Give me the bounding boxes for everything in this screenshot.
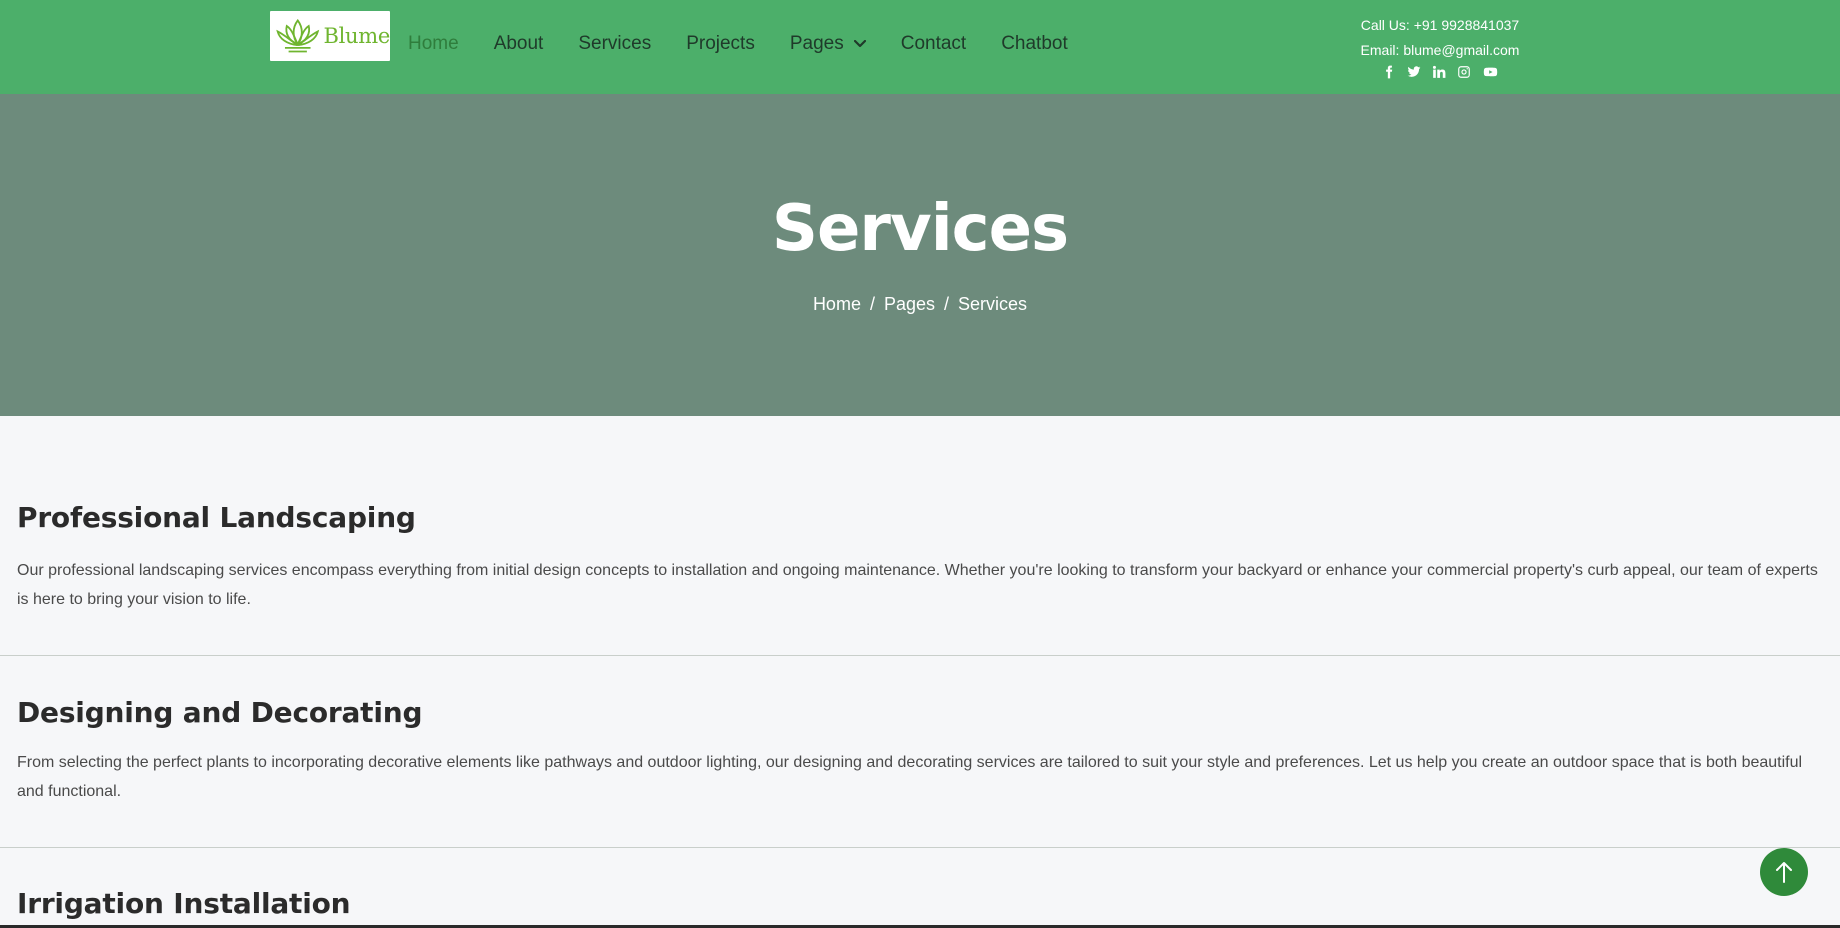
breadcrumb-home[interactable]: Home xyxy=(813,294,861,314)
breadcrumb-current: Services xyxy=(958,294,1028,314)
service-title: Irrigation Installation xyxy=(17,887,351,920)
social-links xyxy=(1340,65,1540,79)
nav-item-home[interactable]: Home xyxy=(408,33,459,55)
nav-item-projects[interactable]: Projects xyxy=(686,33,755,55)
breadcrumb-separator: / xyxy=(869,294,875,314)
contact-phone: Call Us: +91 9928841037 xyxy=(1360,17,1520,33)
linkedin-icon[interactable] xyxy=(1432,65,1446,79)
nav-item-services[interactable]: Services xyxy=(578,33,651,55)
breadcrumb-separator: / xyxy=(944,294,950,314)
twitter-icon[interactable] xyxy=(1407,65,1421,79)
nav-item-chatbot[interactable]: Chatbot xyxy=(1001,33,1068,55)
service-description: Our professional landscaping services en… xyxy=(17,562,1818,608)
service-section: Designing and Decorating From selecting … xyxy=(0,656,1840,848)
chevron-down-icon xyxy=(853,40,866,48)
service-section: Irrigation Installation xyxy=(0,848,1840,928)
back-to-top-button[interactable] xyxy=(1760,848,1808,896)
breadcrumb: Home / Pages / Services xyxy=(0,294,1840,315)
lotus-icon xyxy=(276,18,320,53)
service-title: Designing and Decorating xyxy=(17,696,423,729)
page-hero: Services Home / Pages / Services xyxy=(0,94,1840,416)
service-title: Professional Landscaping xyxy=(17,501,416,534)
contact-info: Call Us: +91 9928841037 Email: blume@gma… xyxy=(1340,13,1540,79)
site-header: Blume Home About Services Projects Pages… xyxy=(0,0,1840,94)
facebook-icon[interactable] xyxy=(1382,65,1396,79)
brand-name: Blume xyxy=(323,24,390,48)
service-section: Professional Landscaping Our professiona… xyxy=(0,416,1840,656)
service-description: From selecting the perfect plants to inc… xyxy=(17,754,1803,800)
nav-item-pages[interactable]: Pages xyxy=(790,33,866,55)
nav-item-pages-label: Pages xyxy=(789,33,844,54)
breadcrumb-pages[interactable]: Pages xyxy=(884,294,935,314)
nav-item-about[interactable]: About xyxy=(494,33,544,55)
instagram-icon[interactable] xyxy=(1457,65,1471,79)
brand-logo[interactable]: Blume xyxy=(270,11,390,61)
youtube-icon[interactable] xyxy=(1482,65,1499,79)
page-title: Services xyxy=(771,192,1069,266)
main-nav: Home About Services Projects Pages Conta… xyxy=(408,33,1103,55)
contact-email: Email: blume@gmail.com xyxy=(1360,42,1520,58)
arrow-up-icon xyxy=(1776,862,1792,883)
nav-item-contact[interactable]: Contact xyxy=(901,33,966,55)
